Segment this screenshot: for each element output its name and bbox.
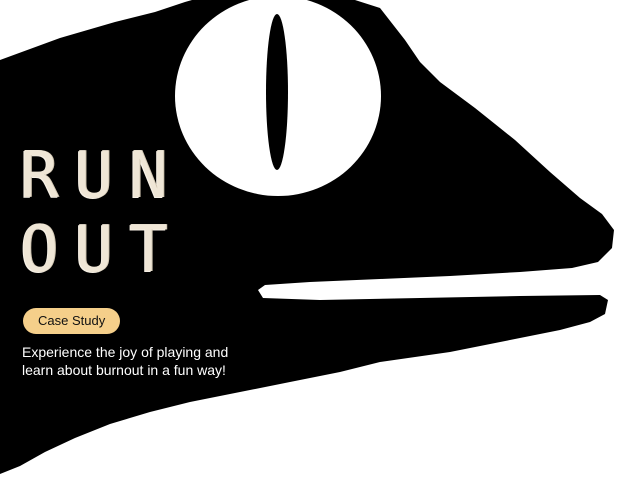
hero-section: RUN OUT Case Study Experience the joy of… xyxy=(0,0,640,480)
tagline-line-1: Experience the joy of playing and xyxy=(22,344,229,360)
game-title-line-1: RUN xyxy=(20,139,184,213)
case-study-badge[interactable]: Case Study xyxy=(23,308,121,334)
tagline: Experience the joy of playing and learn … xyxy=(22,343,282,379)
eye-icon xyxy=(175,0,381,196)
game-title-line-2: OUT xyxy=(20,213,184,287)
tagline-line-2: learn about burnout in a fun way! xyxy=(22,362,226,378)
